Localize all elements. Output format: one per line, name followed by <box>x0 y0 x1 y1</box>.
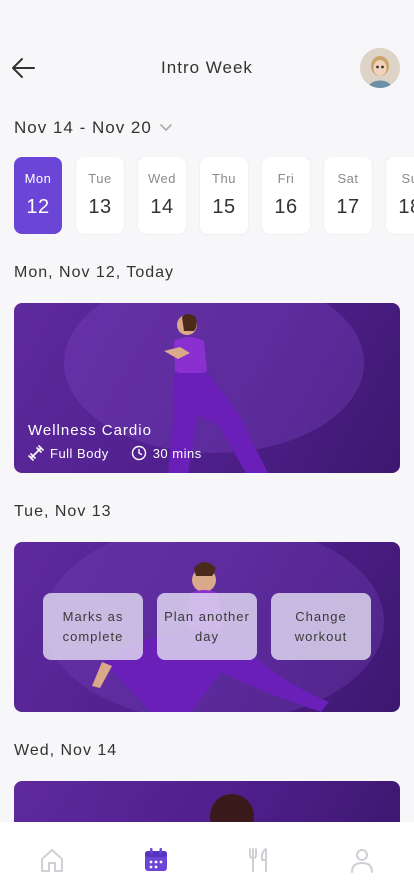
fork-knife-icon[interactable] <box>246 846 274 874</box>
section-heading: Tue, Nov 13 <box>14 503 112 520</box>
mark-complete-button[interactable]: Marks as complete <box>43 593 143 660</box>
card-meta: Full Body 30 mins <box>28 445 202 461</box>
day-name: Sat <box>337 171 359 186</box>
chevron-down-icon <box>160 124 172 132</box>
week-range-dropdown[interactable]: Nov 14 - Nov 20 <box>14 118 172 138</box>
day-name: Wed <box>148 171 176 186</box>
avatar[interactable] <box>360 48 400 88</box>
section-heading: Wed, Nov 14 <box>14 742 118 759</box>
day-name: Thu <box>212 171 236 186</box>
day-item-tue[interactable]: Tue 13 <box>76 157 124 234</box>
day-date: 18 <box>398 196 414 218</box>
day-item-sat[interactable]: Sat 17 <box>324 157 372 234</box>
day-date: 14 <box>150 196 174 218</box>
day-date: 16 <box>274 196 298 218</box>
day-selector: Mon 12 Tue 13 Wed 14 Thu 15 Fri 16 Sat 1… <box>14 157 414 235</box>
home-icon[interactable] <box>38 846 66 874</box>
day-name: Mon <box>24 171 52 186</box>
body-area: Full Body <box>50 445 109 461</box>
bottom-nav <box>0 822 414 896</box>
day-name: Tue <box>88 171 112 186</box>
dumbbell-icon <box>28 445 44 461</box>
workout-card[interactable]: Marks as complete Plan another day Chang… <box>14 542 400 712</box>
day-date: 12 <box>26 196 50 218</box>
day-item-mon[interactable]: Mon 12 <box>14 157 62 234</box>
day-date: 13 <box>88 196 112 218</box>
page-title: Intro Week <box>161 58 253 77</box>
calendar-icon[interactable] <box>142 846 170 874</box>
day-date: 15 <box>212 196 236 218</box>
card-title: Wellness Cardio <box>28 422 152 439</box>
duration: 30 mins <box>152 445 202 461</box>
plan-another-day-button[interactable]: Plan another day <box>157 593 257 660</box>
day-item-fri[interactable]: Fri 16 <box>262 157 310 234</box>
day-item-thu[interactable]: Thu 15 <box>200 157 248 234</box>
workout-card[interactable]: Wellness Cardio Full Body 30 mins <box>14 303 400 473</box>
change-workout-button[interactable]: Change workout <box>271 593 371 660</box>
header: Intro Week <box>0 0 414 100</box>
day-item-sun[interactable]: Su 18 <box>386 157 414 234</box>
week-range-label: Nov 14 - Nov 20 <box>14 118 152 137</box>
user-icon[interactable] <box>348 846 376 874</box>
day-item-wed[interactable]: Wed 14 <box>138 157 186 234</box>
day-name: Su <box>401 171 414 186</box>
section-heading: Mon, Nov 12, Today <box>14 264 175 281</box>
day-date: 17 <box>336 196 360 218</box>
clock-icon <box>131 445 146 461</box>
day-name: Fri <box>277 171 295 186</box>
